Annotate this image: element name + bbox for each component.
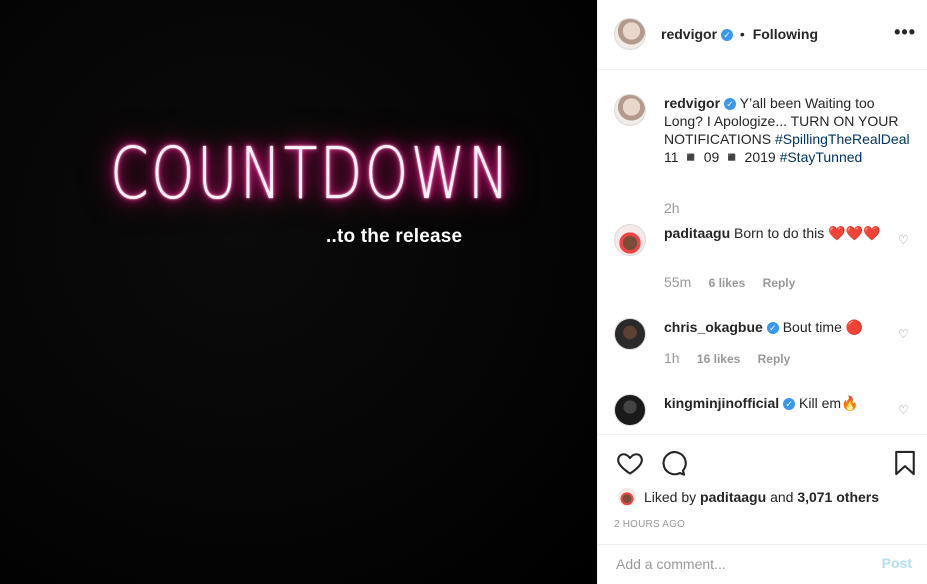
liked-by-row: Liked by paditaagu and 3,071 others [618, 488, 879, 506]
likes-count-link[interactable]: 3,071 others [797, 489, 879, 505]
caption-avatar[interactable] [614, 94, 646, 126]
verified-badge-icon: ✓ [783, 398, 796, 410]
comment-likes[interactable]: 16 likes [697, 352, 740, 366]
add-comment-bar: Post [598, 544, 927, 584]
comment-like-heart-icon[interactable]: ♡ [898, 328, 910, 340]
comment-text-block: paditaagu Born to do this ❤️❤️❤️ [664, 224, 914, 242]
caption-date-text: 11 ◾ 09 ◾ 2019 [664, 149, 776, 165]
comment-time[interactable]: 1h [664, 350, 680, 366]
comment-text: Kill em🔥 [799, 395, 859, 411]
comment-text: Bout time 🔴 [782, 319, 864, 335]
hashtag-link[interactable]: #StayTunned [780, 149, 863, 165]
commenter-username[interactable]: chris_okagbue [664, 319, 763, 335]
liked-by-user[interactable]: paditaagu [700, 489, 766, 505]
comment-meta: 1h 16 likes Reply [664, 350, 804, 366]
post-comment-button[interactable]: Post [882, 555, 912, 571]
bookmark-icon[interactable] [891, 449, 919, 477]
commenter-username[interactable]: kingminjinofficial [664, 395, 779, 411]
caption-meta: 2h [664, 200, 694, 216]
posted-time[interactable]: 2 HOURS AGO [614, 519, 685, 530]
post-side-panel: redvigor ✓ • Following ••• redvigor ✓ Y’al… [597, 0, 927, 584]
neon-headline: COUNTDOWN [110, 132, 512, 215]
comments-list[interactable]: redvigor ✓ Y’all been Waiting too Long? I… [598, 70, 927, 434]
reply-button[interactable]: Reply [763, 276, 796, 290]
post-actions: Liked by paditaagu and 3,071 others 2 HO… [598, 434, 927, 544]
verified-badge-icon: ✓ [724, 98, 737, 110]
commenter-avatar[interactable] [614, 394, 646, 426]
liked-by-avatar[interactable] [618, 488, 636, 506]
liked-by-prefix: Liked by [644, 489, 697, 505]
verified-badge-icon: ✓ [766, 322, 779, 334]
hashtag-link[interactable]: #SpillingTheRealDeal [775, 131, 910, 147]
comment-input[interactable] [614, 555, 858, 573]
comment-bubble-icon[interactable] [659, 449, 687, 477]
caption-text-block: redvigor ✓ Y’all been Waiting too Long? I… [664, 94, 914, 166]
post-header: redvigor ✓ • Following ••• [598, 0, 927, 70]
comment-text-block: kingminjinofficial ✓ Kill em🔥 [664, 394, 914, 412]
header-user-row: redvigor ✓ • Following [661, 26, 818, 42]
caption-time[interactable]: 2h [664, 200, 680, 216]
post-media[interactable]: COUNTDOWN ..to the release [0, 0, 597, 584]
comment-time[interactable]: 55m [664, 274, 691, 290]
commenter-avatar[interactable] [614, 318, 646, 350]
comment-text-block: chris_okagbue ✓ Bout time 🔴 [664, 318, 914, 336]
commenter-username[interactable]: paditaagu [664, 225, 730, 241]
comment-likes[interactable]: 6 likes [709, 276, 746, 290]
commenter-avatar[interactable] [614, 224, 646, 256]
reply-button[interactable]: Reply [758, 352, 791, 366]
verified-badge-icon: ✓ [721, 29, 734, 41]
author-avatar[interactable] [614, 18, 646, 50]
caption-username[interactable]: redvigor [664, 95, 720, 111]
liked-by-and: and [770, 489, 794, 505]
comment-meta: 55m 6 likes Reply [664, 274, 809, 290]
comment-like-heart-icon[interactable]: ♡ [898, 404, 910, 416]
following-button[interactable]: Following [753, 26, 818, 42]
neon-subline: ..to the release [326, 226, 463, 247]
comment-text: Born to do this ❤️❤️❤️ [734, 225, 881, 241]
header-separator: • [739, 26, 745, 42]
comment-like-heart-icon[interactable]: ♡ [898, 234, 910, 246]
like-heart-icon[interactable] [616, 449, 644, 477]
author-username[interactable]: redvigor [661, 26, 717, 42]
more-options-icon[interactable]: ••• [894, 22, 916, 43]
